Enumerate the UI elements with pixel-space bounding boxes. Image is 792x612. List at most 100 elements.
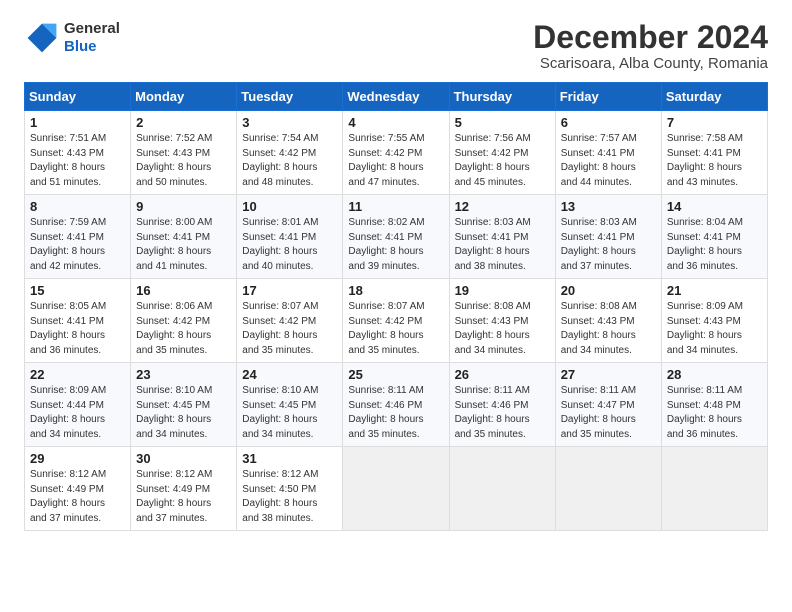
col-monday: Monday xyxy=(131,83,237,111)
calendar-week-3: 15 Sunrise: 8:05 AMSunset: 4:41 PMDaylig… xyxy=(25,279,768,363)
day-number: 24 xyxy=(242,367,337,382)
day-number: 3 xyxy=(242,115,337,130)
col-tuesday: Tuesday xyxy=(237,83,343,111)
day-cell-4: 4 Sunrise: 7:55 AMSunset: 4:42 PMDayligh… xyxy=(343,111,449,195)
day-cell-14: 14 Sunrise: 8:04 AMSunset: 4:41 PMDaylig… xyxy=(661,195,767,279)
day-number: 19 xyxy=(455,283,550,298)
day-cell-5: 5 Sunrise: 7:56 AMSunset: 4:42 PMDayligh… xyxy=(449,111,555,195)
calendar-header-row: Sunday Monday Tuesday Wednesday Thursday… xyxy=(25,83,768,111)
day-number: 14 xyxy=(667,199,762,214)
page-header: General Blue December 2024 Scarisoara, A… xyxy=(24,20,768,72)
calendar-week-2: 8 Sunrise: 7:59 AMSunset: 4:41 PMDayligh… xyxy=(25,195,768,279)
day-cell-11: 11 Sunrise: 8:02 AMSunset: 4:41 PMDaylig… xyxy=(343,195,449,279)
day-cell-15: 15 Sunrise: 8:05 AMSunset: 4:41 PMDaylig… xyxy=(25,279,131,363)
day-info: Sunrise: 7:59 AMSunset: 4:41 PMDaylight:… xyxy=(30,217,106,272)
col-thursday: Thursday xyxy=(449,83,555,111)
col-friday: Friday xyxy=(555,83,661,111)
day-number: 26 xyxy=(455,367,550,382)
day-cell-7: 7 Sunrise: 7:58 AMSunset: 4:41 PMDayligh… xyxy=(661,111,767,195)
day-cell-25: 25 Sunrise: 8:11 AMSunset: 4:46 PMDaylig… xyxy=(343,363,449,447)
day-info: Sunrise: 8:07 AMSunset: 4:42 PMDaylight:… xyxy=(242,301,318,356)
day-info: Sunrise: 8:09 AMSunset: 4:43 PMDaylight:… xyxy=(667,301,743,356)
logo: General Blue xyxy=(24,20,120,56)
day-cell-13: 13 Sunrise: 8:03 AMSunset: 4:41 PMDaylig… xyxy=(555,195,661,279)
day-info: Sunrise: 7:55 AMSunset: 4:42 PMDaylight:… xyxy=(348,133,424,188)
day-cell-26: 26 Sunrise: 8:11 AMSunset: 4:46 PMDaylig… xyxy=(449,363,555,447)
day-info: Sunrise: 8:00 AMSunset: 4:41 PMDaylight:… xyxy=(136,217,212,272)
day-info: Sunrise: 8:12 AMSunset: 4:49 PMDaylight:… xyxy=(136,469,212,524)
day-info: Sunrise: 7:56 AMSunset: 4:42 PMDaylight:… xyxy=(455,133,531,188)
day-number: 22 xyxy=(30,367,125,382)
col-sunday: Sunday xyxy=(25,83,131,111)
day-number: 1 xyxy=(30,115,125,130)
logo-general-text: General xyxy=(64,20,120,37)
day-cell-31: 31 Sunrise: 8:12 AMSunset: 4:50 PMDaylig… xyxy=(237,447,343,531)
day-cell-29: 29 Sunrise: 8:12 AMSunset: 4:49 PMDaylig… xyxy=(25,447,131,531)
day-cell-20: 20 Sunrise: 8:08 AMSunset: 4:43 PMDaylig… xyxy=(555,279,661,363)
day-number: 18 xyxy=(348,283,443,298)
day-info: Sunrise: 8:04 AMSunset: 4:41 PMDaylight:… xyxy=(667,217,743,272)
day-cell-9: 9 Sunrise: 8:00 AMSunset: 4:41 PMDayligh… xyxy=(131,195,237,279)
day-cell-30: 30 Sunrise: 8:12 AMSunset: 4:49 PMDaylig… xyxy=(131,447,237,531)
day-info: Sunrise: 7:58 AMSunset: 4:41 PMDaylight:… xyxy=(667,133,743,188)
logo-blue-text: Blue xyxy=(64,38,97,55)
calendar-week-1: 1 Sunrise: 7:51 AMSunset: 4:43 PMDayligh… xyxy=(25,111,768,195)
day-cell-17: 17 Sunrise: 8:07 AMSunset: 4:42 PMDaylig… xyxy=(237,279,343,363)
day-cell-8: 8 Sunrise: 7:59 AMSunset: 4:41 PMDayligh… xyxy=(25,195,131,279)
calendar-week-5: 29 Sunrise: 8:12 AMSunset: 4:49 PMDaylig… xyxy=(25,447,768,531)
day-cell-28: 28 Sunrise: 8:11 AMSunset: 4:48 PMDaylig… xyxy=(661,363,767,447)
day-number: 30 xyxy=(136,451,231,466)
day-cell-27: 27 Sunrise: 8:11 AMSunset: 4:47 PMDaylig… xyxy=(555,363,661,447)
day-info: Sunrise: 8:11 AMSunset: 4:46 PMDaylight:… xyxy=(348,385,423,440)
day-number: 7 xyxy=(667,115,762,130)
day-info: Sunrise: 8:08 AMSunset: 4:43 PMDaylight:… xyxy=(561,301,637,356)
month-title: December 2024 xyxy=(533,20,768,55)
day-info: Sunrise: 8:06 AMSunset: 4:42 PMDaylight:… xyxy=(136,301,212,356)
day-info: Sunrise: 7:51 AMSunset: 4:43 PMDaylight:… xyxy=(30,133,106,188)
day-cell-3: 3 Sunrise: 7:54 AMSunset: 4:42 PMDayligh… xyxy=(237,111,343,195)
day-info: Sunrise: 7:52 AMSunset: 4:43 PMDaylight:… xyxy=(136,133,212,188)
day-info: Sunrise: 8:10 AMSunset: 4:45 PMDaylight:… xyxy=(136,385,212,440)
logo-icon xyxy=(24,20,60,56)
day-number: 10 xyxy=(242,199,337,214)
empty-cell xyxy=(661,447,767,531)
location-title: Scarisoara, Alba County, Romania xyxy=(533,55,768,72)
day-info: Sunrise: 8:11 AMSunset: 4:46 PMDaylight:… xyxy=(455,385,530,440)
day-info: Sunrise: 8:07 AMSunset: 4:42 PMDaylight:… xyxy=(348,301,424,356)
day-info: Sunrise: 8:05 AMSunset: 4:41 PMDaylight:… xyxy=(30,301,106,356)
day-info: Sunrise: 8:12 AMSunset: 4:49 PMDaylight:… xyxy=(30,469,106,524)
day-info: Sunrise: 8:03 AMSunset: 4:41 PMDaylight:… xyxy=(561,217,637,272)
day-info: Sunrise: 8:02 AMSunset: 4:41 PMDaylight:… xyxy=(348,217,424,272)
calendar-week-4: 22 Sunrise: 8:09 AMSunset: 4:44 PMDaylig… xyxy=(25,363,768,447)
day-info: Sunrise: 8:12 AMSunset: 4:50 PMDaylight:… xyxy=(242,469,318,524)
day-number: 25 xyxy=(348,367,443,382)
day-number: 17 xyxy=(242,283,337,298)
day-info: Sunrise: 8:03 AMSunset: 4:41 PMDaylight:… xyxy=(455,217,531,272)
day-number: 31 xyxy=(242,451,337,466)
day-cell-2: 2 Sunrise: 7:52 AMSunset: 4:43 PMDayligh… xyxy=(131,111,237,195)
day-number: 5 xyxy=(455,115,550,130)
day-number: 29 xyxy=(30,451,125,466)
day-info: Sunrise: 8:08 AMSunset: 4:43 PMDaylight:… xyxy=(455,301,531,356)
empty-cell xyxy=(343,447,449,531)
calendar-table: Sunday Monday Tuesday Wednesday Thursday… xyxy=(24,82,768,531)
day-info: Sunrise: 7:57 AMSunset: 4:41 PMDaylight:… xyxy=(561,133,637,188)
day-number: 12 xyxy=(455,199,550,214)
day-cell-19: 19 Sunrise: 8:08 AMSunset: 4:43 PMDaylig… xyxy=(449,279,555,363)
day-number: 27 xyxy=(561,367,656,382)
day-cell-1: 1 Sunrise: 7:51 AMSunset: 4:43 PMDayligh… xyxy=(25,111,131,195)
day-number: 16 xyxy=(136,283,231,298)
day-cell-22: 22 Sunrise: 8:09 AMSunset: 4:44 PMDaylig… xyxy=(25,363,131,447)
title-area: December 2024 Scarisoara, Alba County, R… xyxy=(533,20,768,72)
day-info: Sunrise: 7:54 AMSunset: 4:42 PMDaylight:… xyxy=(242,133,318,188)
col-wednesday: Wednesday xyxy=(343,83,449,111)
day-number: 11 xyxy=(348,199,443,214)
empty-cell xyxy=(555,447,661,531)
day-info: Sunrise: 8:01 AMSunset: 4:41 PMDaylight:… xyxy=(242,217,318,272)
day-info: Sunrise: 8:09 AMSunset: 4:44 PMDaylight:… xyxy=(30,385,106,440)
empty-cell xyxy=(449,447,555,531)
day-cell-23: 23 Sunrise: 8:10 AMSunset: 4:45 PMDaylig… xyxy=(131,363,237,447)
day-cell-10: 10 Sunrise: 8:01 AMSunset: 4:41 PMDaylig… xyxy=(237,195,343,279)
day-number: 23 xyxy=(136,367,231,382)
day-cell-6: 6 Sunrise: 7:57 AMSunset: 4:41 PMDayligh… xyxy=(555,111,661,195)
